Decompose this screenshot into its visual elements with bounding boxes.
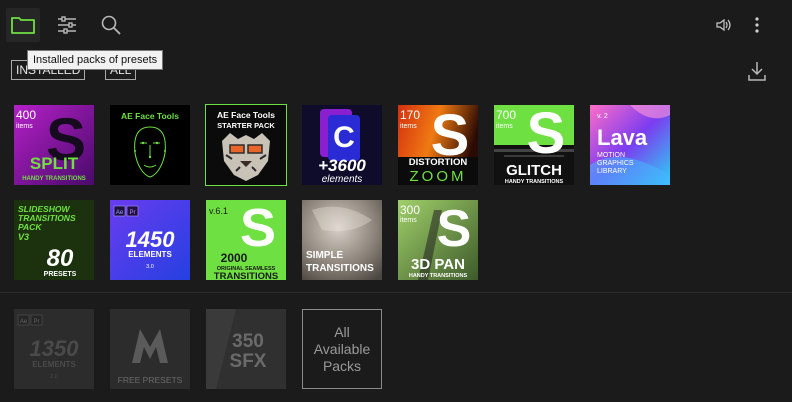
svg-text:Pr: Pr <box>34 319 40 325</box>
pack-line2: SFX <box>230 351 267 372</box>
pack-subtitle: HANDY TRANSITIONS <box>505 179 564 185</box>
pack-title: GLITCH <box>506 162 562 179</box>
pack-subtitle-line3: LIBRARY <box>597 168 627 175</box>
installed-packs-button[interactable] <box>6 8 40 42</box>
section-divider <box>0 292 792 293</box>
pack-version: v.6.1 <box>209 206 228 216</box>
pack-title: +3600 <box>318 156 366 175</box>
pack-line2: TRANSITIONS <box>306 263 374 274</box>
pack-line3: PACK <box>18 222 42 232</box>
pack-count-unit: items <box>400 217 417 224</box>
pack-subtitle: ZOOM <box>410 168 467 185</box>
pack-tile-3600-elements[interactable]: C +3600 elements <box>302 105 382 185</box>
pack-count-unit: items <box>16 123 33 130</box>
pack-count: 170 <box>400 108 420 122</box>
download-button[interactable] <box>744 58 770 84</box>
pack-tile-simple-transitions[interactable]: SIMPLE TRANSITIONS <box>302 200 382 280</box>
folder-icon <box>11 17 35 34</box>
all-available-packs-button[interactable]: All Available Packs <box>302 309 382 389</box>
more-menu-button[interactable] <box>740 8 774 42</box>
pack-tile-slideshow[interactable]: SLIDESHOW TRANSITIONS PACK V3 80 PRESETS <box>14 200 94 280</box>
sliders-icon <box>58 16 76 34</box>
pack-title: SPLIT <box>30 154 79 173</box>
pack-title: FREE PRESETS <box>118 375 183 385</box>
svg-text:Ae: Ae <box>116 210 124 216</box>
pack-subtitle-line1: MOTION <box>597 152 625 159</box>
pack-subtitle: STARTER PACK <box>217 121 275 130</box>
pack-tile-face-tools[interactable]: AE Face Tools <box>110 105 190 185</box>
pack-version: 2.0 <box>50 374 58 380</box>
tooltip: Installed packs of presets <box>27 50 164 70</box>
pack-tile-glitch[interactable]: S 700 items GLITCH HANDY TRANSITIONS <box>494 105 574 185</box>
svg-text:C: C <box>333 121 355 154</box>
pack-subtitle: ELEMENTS <box>128 250 172 259</box>
pack-tile-distortion-zoom[interactable]: S 170 items DISTORTION ZOOM <box>398 105 478 185</box>
pack-tile-free-presets[interactable]: FREE PRESETS <box>110 309 190 389</box>
pack-count: 700 <box>496 108 516 122</box>
pack-version: 3.0 <box>146 264 154 270</box>
pack-count-unit: items <box>400 123 417 130</box>
svg-text:S: S <box>240 200 276 258</box>
pack-line4: V3 <box>18 232 29 242</box>
pack-tile-lava[interactable]: v. 2 Lava MOTION GRAPHICS LIBRARY <box>590 105 670 185</box>
pack-version: v. 2 <box>597 113 608 120</box>
pack-tile-3d-pan[interactable]: S 300 items 3D PAN HANDY TRANSITIONS <box>398 200 478 280</box>
pack-tile-face-starter[interactable]: AE Face Tools STARTER PACK <box>205 104 287 186</box>
pack-title: DISTORTION <box>409 157 468 168</box>
search-button[interactable] <box>94 8 128 42</box>
top-toolbar <box>0 0 792 50</box>
pack-tile-350-sfx[interactable]: 350 SFX <box>206 309 286 389</box>
settings-button[interactable] <box>50 8 84 42</box>
volume-icon <box>716 18 731 32</box>
pack-count: 80 <box>47 245 74 272</box>
search-icon <box>101 15 121 35</box>
pack-line2: TRANSITIONS <box>214 271 278 280</box>
svg-text:S: S <box>437 200 472 258</box>
pack-tile-1350-elements[interactable]: Ae Pr 1350 ELEMENTS 2.0 <box>14 309 94 389</box>
pack-count-unit: items <box>496 123 513 130</box>
pack-title: AE Face Tools <box>121 111 179 121</box>
pack-count: 2000 <box>221 251 248 265</box>
pack-title: 1450 <box>126 227 176 252</box>
svg-text:Ae: Ae <box>20 319 28 325</box>
pack-line1: SIMPLE <box>306 250 344 261</box>
pack-title: 3D PAN <box>411 256 465 273</box>
svg-text:Pr: Pr <box>130 210 136 216</box>
pack-title: 1350 <box>30 336 80 361</box>
pack-subtitle: HANDY TRANSITIONS <box>22 176 86 182</box>
pack-title: Lava <box>597 125 648 150</box>
volume-button[interactable] <box>707 8 741 42</box>
pack-title: AE Face Tools <box>217 110 275 120</box>
pack-tile-1450-elements[interactable]: Ae Pr 1450 ELEMENTS 3.0 <box>110 200 190 280</box>
pack-count: 400 <box>16 108 36 122</box>
pack-tile-split[interactable]: S 400 items SPLIT HANDY TRANSITIONS <box>14 105 94 185</box>
download-icon <box>748 62 766 81</box>
pack-subtitle: ELEMENTS <box>32 360 76 369</box>
pack-count: 300 <box>400 203 420 217</box>
pack-line1: 350 <box>232 331 264 352</box>
pack-count-unit: PRESETS <box>44 271 77 278</box>
pack-tile-seamless-transitions[interactable]: S v.6.1 2000 ORIGINAL SEAMLESS TRANSITIO… <box>206 200 286 280</box>
pack-subtitle: HANDY TRANSITIONS <box>409 273 468 279</box>
pack-subtitle-line2: GRAPHICS <box>597 160 634 167</box>
svg-text:S: S <box>527 105 566 166</box>
pack-subtitle: elements <box>322 174 363 185</box>
more-vertical-icon <box>755 17 759 33</box>
